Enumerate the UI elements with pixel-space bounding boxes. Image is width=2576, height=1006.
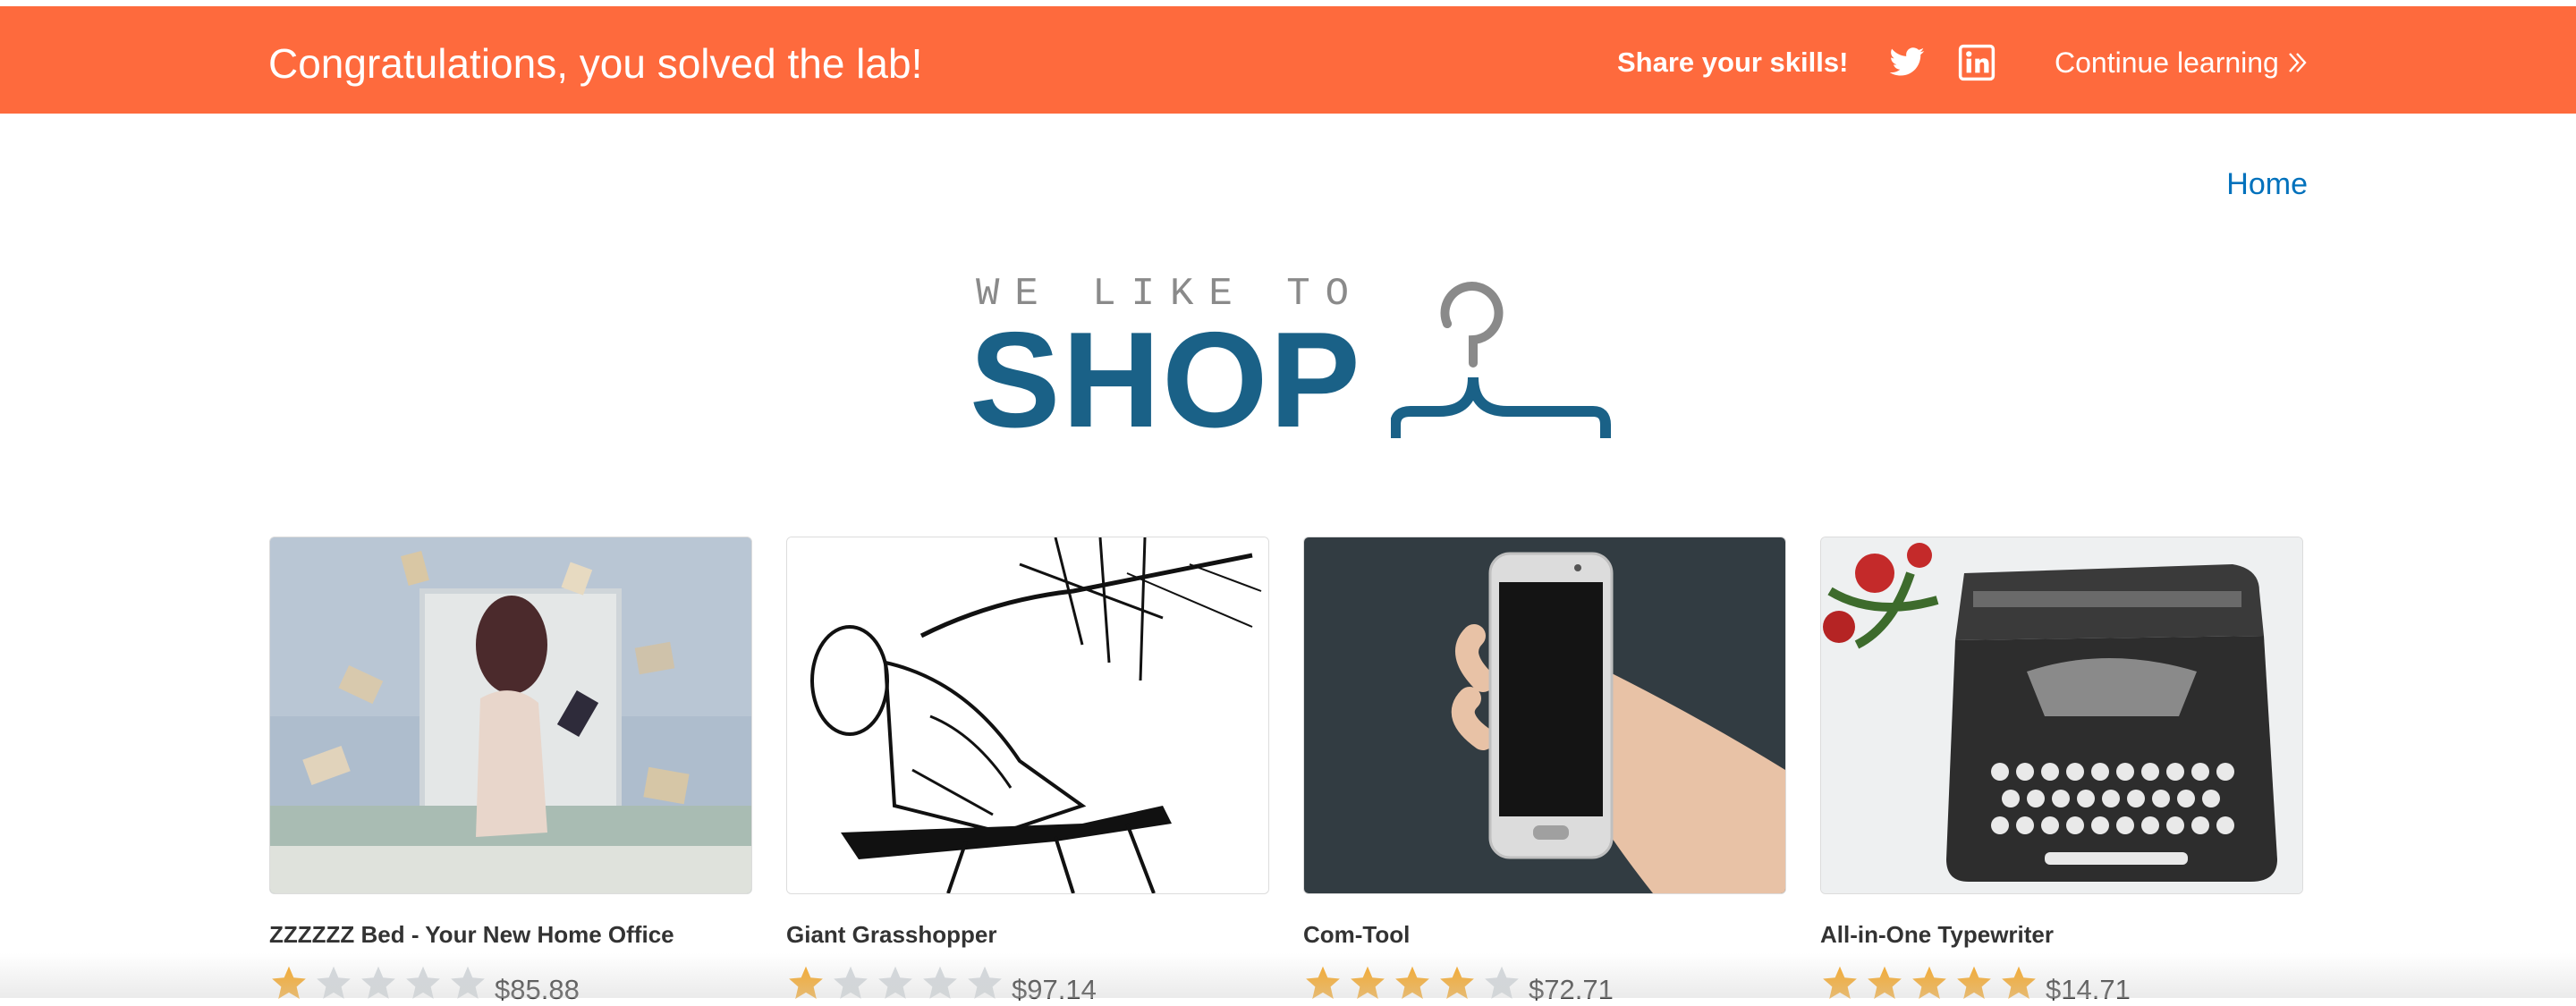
product-price: $85.88 [495,974,580,1005]
star-empty-icon [361,966,395,999]
logo-wordmark: SHOP [970,304,1362,456]
star-empty-icon [968,966,1002,999]
shop-logo: WE LIKE TO SHOP [966,268,1611,456]
product-image[interactable] [269,537,752,894]
star-empty-icon [1485,966,1519,999]
star-filled-icon [1440,966,1474,999]
star-rating [1303,964,1527,1003]
product-name[interactable]: Giant Grasshopper [786,921,1269,948]
star-filled-icon [1868,966,1902,999]
double-chevron-right-icon [2288,53,2307,72]
product-card[interactable]: All-in-One Typewriter $14.71 [1820,537,2303,1005]
rating-row: $97.14 [786,964,1269,1005]
continue-learning-link[interactable]: Continue learning [2055,45,2309,80]
hanger-icon [1391,282,1611,438]
star-filled-icon [789,966,823,999]
product-price: $72.71 [1529,974,1614,1005]
star-filled-icon [272,966,306,999]
star-empty-icon [834,966,868,999]
star-filled-icon [1306,966,1340,999]
star-empty-icon [451,966,485,999]
rating-row: $72.71 [1303,964,1786,1005]
product-card[interactable]: Com-Tool $72.71 [1303,537,1786,1005]
product-name[interactable]: Com-Tool [1303,921,1786,948]
product-name[interactable]: All-in-One Typewriter [1820,921,2303,948]
continue-learning-label: Continue learning [2055,46,2279,79]
star-filled-icon [1912,966,1946,999]
top-strip [0,0,2576,6]
star-filled-icon [1957,966,1991,999]
star-filled-icon [1395,966,1429,999]
lab-solved-banner: Congratulations, you solved the lab! Sha… [0,6,2576,114]
star-rating [786,964,1010,1003]
product-price: $97.14 [1012,974,1097,1005]
rating-row: $14.71 [1820,964,2303,1005]
star-empty-icon [878,966,912,999]
star-rating [1820,964,2044,1003]
product-card[interactable]: Giant Grasshopper $97.14 [786,537,1269,1005]
star-filled-icon [1351,966,1385,999]
banner-title: Congratulations, you solved the lab! [268,40,923,87]
product-card[interactable]: ZZZZZZ Bed - Your New Home Office $85.88 [269,537,752,1005]
star-empty-icon [406,966,440,999]
rating-row: $85.88 [269,964,752,1005]
star-empty-icon [317,966,351,999]
share-label: Share your skills! [1617,46,1849,78]
star-filled-icon [1823,966,1857,999]
twitter-icon[interactable] [1888,44,1926,81]
product-name[interactable]: ZZZZZZ Bed - Your New Home Office [269,921,752,948]
star-filled-icon [2002,966,2036,999]
star-rating [269,964,493,1003]
star-empty-icon [923,966,957,999]
product-image[interactable] [1303,537,1786,894]
home-link[interactable]: Home [2226,166,2308,202]
product-image[interactable] [786,537,1269,894]
linkedin-icon[interactable] [1958,44,1996,81]
product-image[interactable] [1820,537,2303,894]
product-price: $14.71 [2046,974,2131,1005]
